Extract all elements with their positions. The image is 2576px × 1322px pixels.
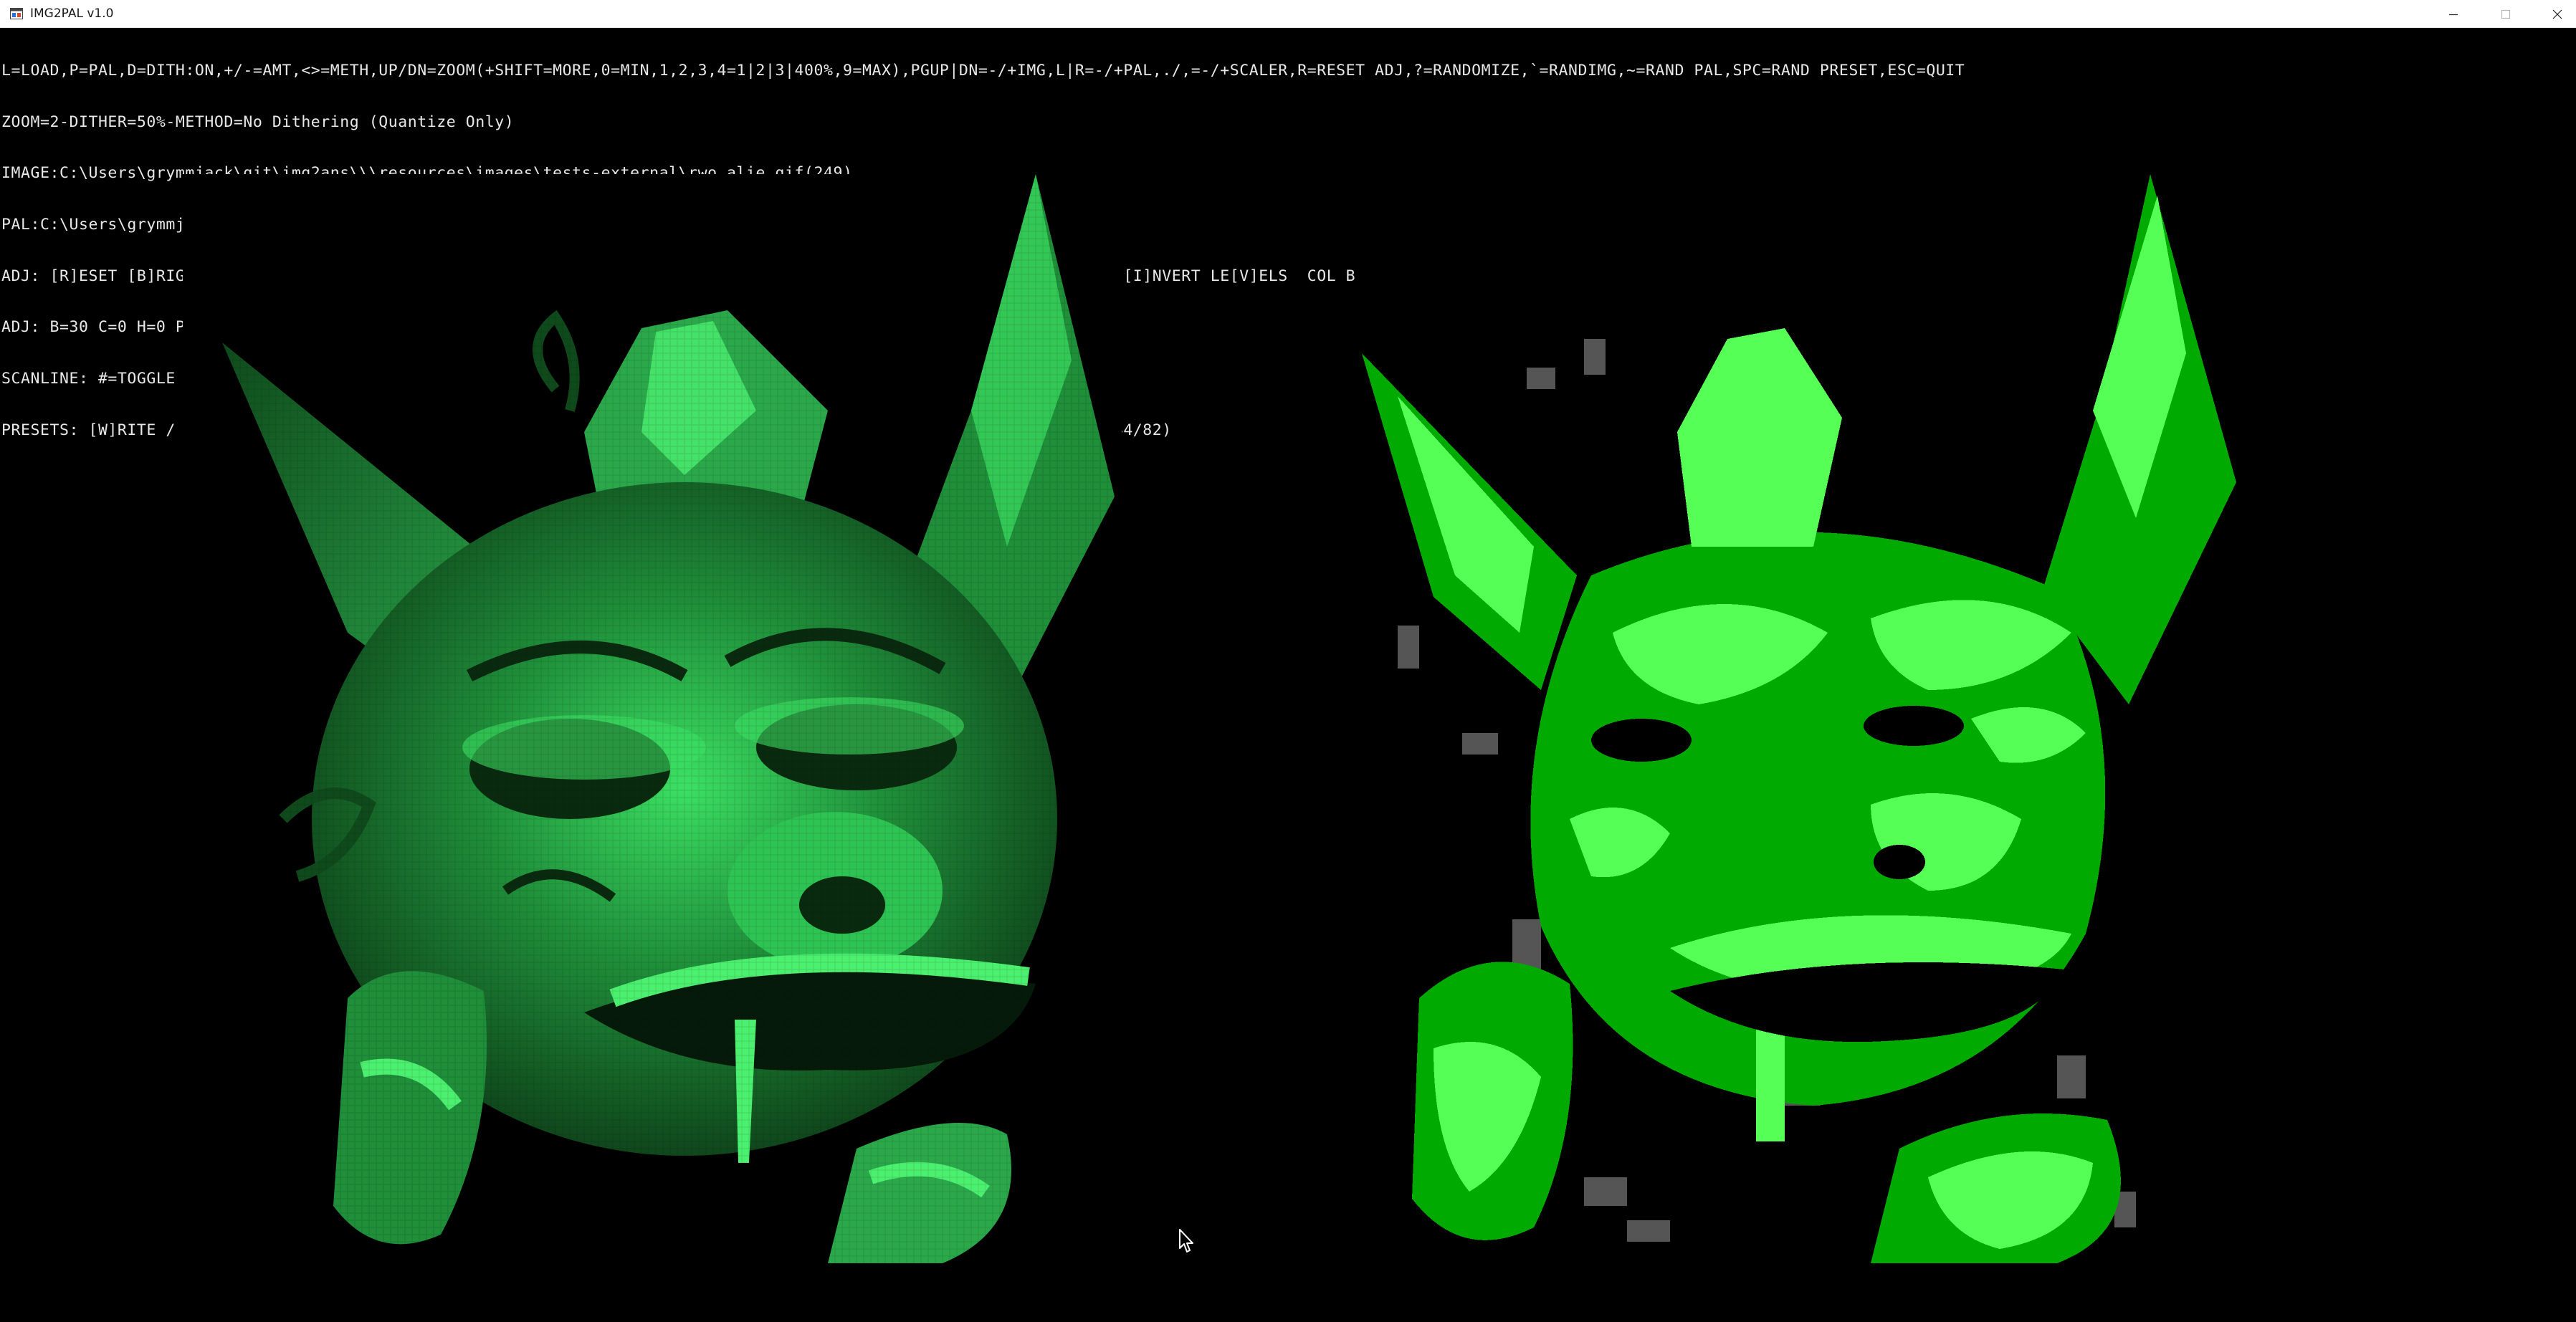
output-image-pane	[1355, 174, 2294, 1263]
mouse-cursor-icon	[1179, 1229, 1193, 1252]
source-image-pane	[183, 174, 1122, 1263]
keyboard-help-line: L=LOAD,P=PAL,D=DITH:ON,+/-=AMT,<>=METH,U…	[1, 62, 1965, 80]
close-button[interactable]	[2524, 0, 2576, 28]
maximize-icon	[2501, 9, 2511, 19]
window-titlebar[interactable]: IMG2PAL v1.0	[0, 0, 2576, 28]
close-icon	[2552, 9, 2562, 19]
app-window-icon	[10, 8, 23, 19]
window-title: IMG2PAL v1.0	[30, 6, 114, 21]
gremlin-quantized-output	[1362, 174, 2236, 1263]
minimize-icon	[2449, 14, 2458, 15]
zoom-dither-status-line: ZOOM=2-DITHER=50%-METHOD=No Dithering (Q…	[1, 113, 515, 131]
gremlin-source-image	[183, 174, 1122, 1263]
